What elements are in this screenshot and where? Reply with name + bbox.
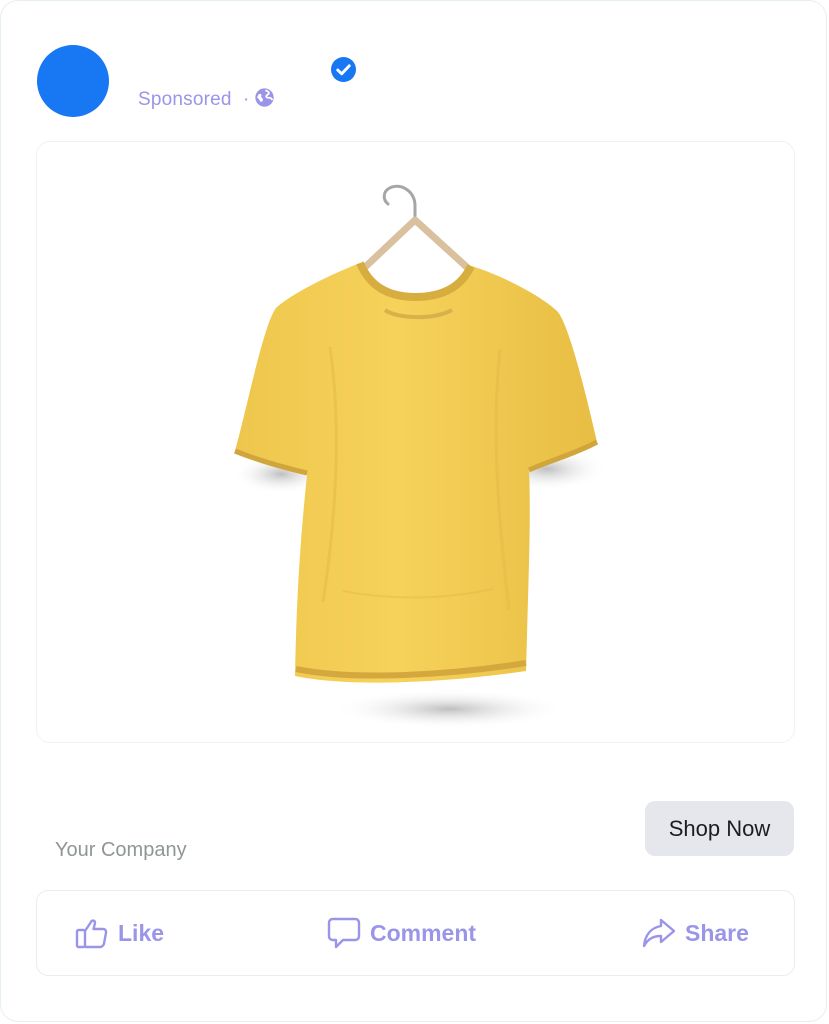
separator-dot: · (243, 89, 250, 110)
shop-now-button[interactable]: Shop Now (645, 801, 794, 856)
headline-placeholder[interactable] (56, 793, 236, 819)
like-button[interactable]: Like (75, 891, 164, 975)
like-label: Like (118, 919, 165, 946)
globe-icon (255, 88, 274, 107)
company-name: Your Company (55, 839, 187, 861)
sponsored-post-card: Sponsored · Your Company Shop Now Like C… (0, 0, 827, 1022)
product-image[interactable] (36, 141, 795, 743)
sponsored-label: Sponsored (138, 89, 232, 110)
yellow-tshirt-image (233, 184, 607, 729)
comment-button[interactable]: Comment (326, 891, 476, 975)
page-name-placeholder[interactable] (138, 59, 318, 81)
comment-icon (327, 917, 361, 949)
share-button[interactable]: Share (641, 891, 749, 975)
avatar[interactable] (37, 45, 109, 117)
action-bar: Like Comment Share (36, 890, 795, 976)
share-label: Share (685, 919, 749, 946)
thumbs-up-icon (75, 919, 108, 949)
share-icon (642, 918, 676, 948)
verified-icon (331, 57, 356, 82)
comment-label: Comment (370, 919, 477, 946)
